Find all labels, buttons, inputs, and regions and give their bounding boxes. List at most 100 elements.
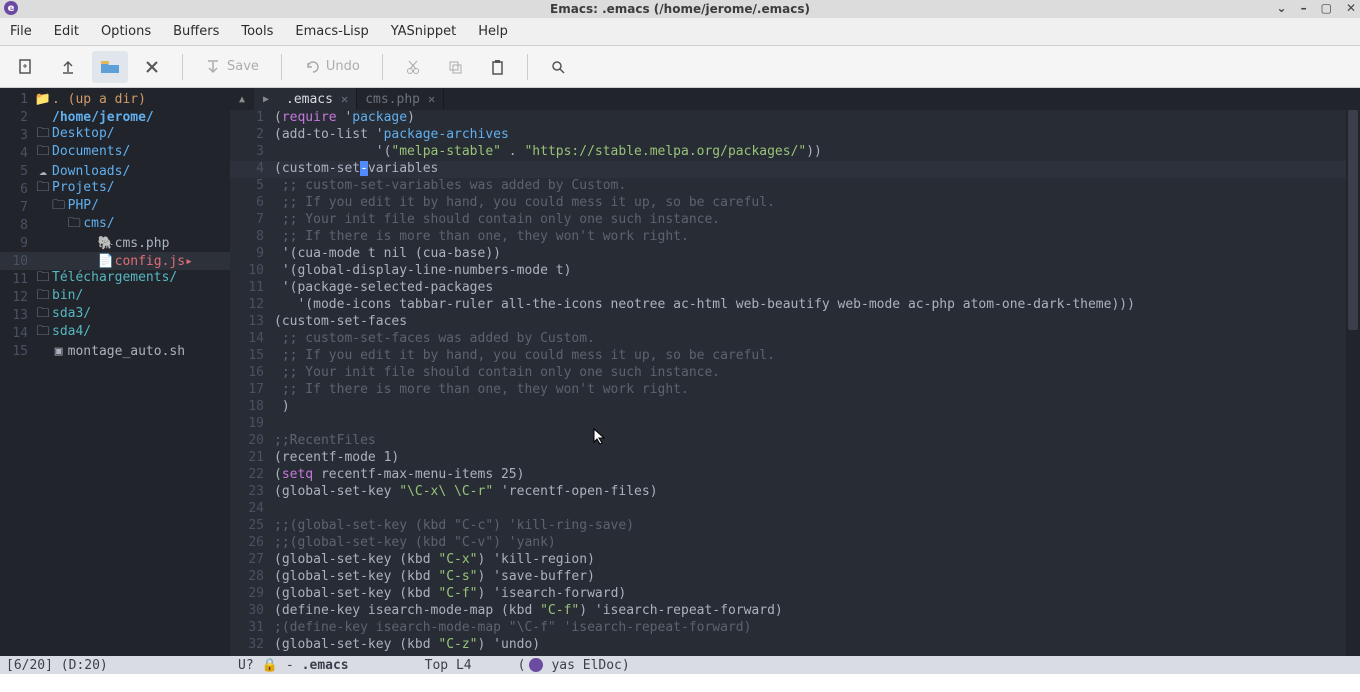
menu-help[interactable]: Help bbox=[478, 24, 508, 39]
tab-label: cms.php bbox=[365, 92, 420, 107]
cut-button[interactable] bbox=[395, 51, 431, 83]
code-line[interactable]: 19 bbox=[230, 416, 1360, 433]
code-line[interactable]: 31;(define-key isearch-mode-map "\C-f" '… bbox=[230, 620, 1360, 637]
window-title: Emacs: .emacs (/home/jerome/.emacs) bbox=[550, 2, 810, 16]
menu-options[interactable]: Options bbox=[101, 24, 151, 39]
menu-edit[interactable]: Edit bbox=[54, 24, 79, 39]
tree-row[interactable]: 2/home/jerome/ bbox=[0, 108, 230, 126]
toolbar-separator bbox=[382, 54, 383, 80]
code-line[interactable]: 7 ;; Your init file should contain only … bbox=[230, 212, 1360, 229]
modeline-editor: U? 🔒 - .emacs Top L4 ( yas ElDoc) bbox=[230, 656, 1360, 674]
titlebar: e Emacs: .emacs (/home/jerome/.emacs) ⌄ … bbox=[0, 0, 1360, 18]
code-line[interactable]: 10 '(global-display-line-numbers-mode t) bbox=[230, 263, 1360, 280]
code-line[interactable]: 15 ;; If you edit it by hand, you could … bbox=[230, 348, 1360, 365]
code-line[interactable]: 22(setq recentf-max-menu-items 25) bbox=[230, 467, 1360, 484]
code-line[interactable]: 5 ;; custom-set-variables was added by C… bbox=[230, 178, 1360, 195]
tree-row[interactable]: 7 🗀PHP/ bbox=[0, 198, 230, 216]
minibuffer[interactable] bbox=[0, 674, 1360, 692]
code-line[interactable]: 4(custom-set-variables bbox=[230, 161, 1360, 178]
modeline-encoding: U? bbox=[238, 658, 254, 673]
code-line[interactable]: 1(require 'package) bbox=[230, 110, 1360, 127]
tree-row[interactable]: 11🗀Téléchargements/ bbox=[0, 270, 230, 288]
modeline-position: Top L4 bbox=[425, 658, 472, 673]
code-line[interactable]: 11 '(package-selected-packages bbox=[230, 280, 1360, 297]
menu-buffers[interactable]: Buffers bbox=[173, 24, 219, 39]
code-line[interactable]: 6 ;; If you edit it by hand, you could m… bbox=[230, 195, 1360, 212]
window-min-icon[interactable]: ⌄ bbox=[1277, 1, 1287, 15]
tree-row[interactable]: 6🗀Projets/ bbox=[0, 180, 230, 198]
search-button[interactable] bbox=[540, 51, 576, 83]
code-line[interactable]: 14 ;; custom-set-faces was added by Cust… bbox=[230, 331, 1360, 348]
code-area[interactable]: 1(require 'package)2(add-to-list 'packag… bbox=[230, 110, 1360, 656]
editor-pane: ▲ ▶ .emacs✕cms.php✕ 1(require 'package)2… bbox=[230, 88, 1360, 656]
tree-row[interactable]: 13🗀sda3/ bbox=[0, 306, 230, 324]
window-close-icon[interactable]: ✕ bbox=[1346, 1, 1356, 15]
code-line[interactable]: 17 ;; If there is more than one, they wo… bbox=[230, 382, 1360, 399]
tree-row[interactable]: 15 ▣montage_auto.sh bbox=[0, 342, 230, 360]
toolbar-separator bbox=[281, 54, 282, 80]
tab-scroll-right-icon[interactable]: ▶ bbox=[254, 88, 278, 110]
lock-icon: 🔒 bbox=[262, 658, 278, 673]
tab-close-icon[interactable]: ✕ bbox=[341, 92, 348, 106]
tab-close-icon[interactable]: ✕ bbox=[428, 92, 435, 106]
tree-row[interactable]: 4🗀Documents/ bbox=[0, 144, 230, 162]
code-line[interactable]: 21(recentf-mode 1) bbox=[230, 450, 1360, 467]
tabbar: ▲ ▶ .emacs✕ cms.php ✕ bbox=[230, 88, 1360, 110]
tab-scroll-left-icon[interactable]: ▲ bbox=[230, 88, 254, 110]
code-line[interactable]: 32(global-set-key (kbd "C-z") 'undo) bbox=[230, 637, 1360, 654]
neotree-sidebar[interactable]: 1📁. (up a dir)2/home/jerome/3🗀Desktop/4🗀… bbox=[0, 88, 230, 656]
toolbar-separator bbox=[527, 54, 528, 80]
save-label: Save bbox=[227, 59, 259, 74]
toolbar: Save Undo bbox=[0, 46, 1360, 88]
kill-buffer-button[interactable] bbox=[134, 51, 170, 83]
menu-yasnippet[interactable]: YASnippet bbox=[391, 24, 457, 39]
dired-button[interactable] bbox=[92, 51, 128, 83]
tree-row[interactable]: 5☁Downloads/ bbox=[0, 162, 230, 180]
code-line[interactable]: 23(global-set-key "\C-x\ \C-r" 'recentf-… bbox=[230, 484, 1360, 501]
code-line[interactable]: 24 bbox=[230, 501, 1360, 518]
code-line[interactable]: 26;;(global-set-key (kbd "C-v") 'yank) bbox=[230, 535, 1360, 552]
save-button[interactable]: Save bbox=[195, 51, 269, 83]
menubar: File Edit Options Buffers Tools Emacs-Lisp YAS… bbox=[0, 18, 1360, 46]
code-line[interactable]: 16 ;; Your init file should contain only… bbox=[230, 365, 1360, 382]
tab-emacs[interactable]: .emacs✕ bbox=[278, 88, 357, 110]
open-file-button[interactable] bbox=[50, 51, 86, 83]
tree-row[interactable]: 1📁. (up a dir) bbox=[0, 90, 230, 108]
code-line[interactable]: 8 ;; If there is more than one, they won… bbox=[230, 229, 1360, 246]
code-line[interactable]: 30(define-key isearch-mode-map (kbd "C-f… bbox=[230, 603, 1360, 620]
tree-row[interactable]: 9 🐘cms.php bbox=[0, 234, 230, 252]
code-line[interactable]: 9 '(cua-mode t nil (cua-base)) bbox=[230, 246, 1360, 263]
code-line[interactable]: 13(custom-set-faces bbox=[230, 314, 1360, 331]
code-line[interactable]: 18 ) bbox=[230, 399, 1360, 416]
code-line[interactable]: 12 '(mode-icons tabbar-ruler all-the-ico… bbox=[230, 297, 1360, 314]
window-maximize-icon[interactable]: ▢ bbox=[1321, 1, 1332, 15]
modeline: [6/20] (D:20) U? 🔒 - .emacs Top L4 ( yas… bbox=[0, 656, 1360, 674]
undo-button[interactable]: Undo bbox=[294, 51, 370, 83]
tab-cmsphp[interactable]: cms.php ✕ bbox=[357, 88, 444, 110]
tree-row[interactable]: 12🗀bin/ bbox=[0, 288, 230, 306]
undo-label: Undo bbox=[326, 59, 360, 74]
scrollbar-thumb[interactable] bbox=[1348, 110, 1358, 330]
code-line[interactable]: 25;;(global-set-key (kbd "C-c") 'kill-ri… bbox=[230, 518, 1360, 535]
code-line[interactable]: 2(add-to-list 'package-archives bbox=[230, 127, 1360, 144]
modeline-mode-icon: ( bbox=[518, 658, 544, 673]
tree-row[interactable]: 14🗀sda4/ bbox=[0, 324, 230, 342]
modeline-minor-modes: yas ElDoc) bbox=[551, 658, 629, 673]
code-line[interactable]: 20;;RecentFiles bbox=[230, 433, 1360, 450]
code-line[interactable]: 28(global-set-key (kbd "C-s") 'save-buff… bbox=[230, 569, 1360, 586]
code-line[interactable]: 3 '("melpa-stable" . "https://stable.mel… bbox=[230, 144, 1360, 161]
paste-button[interactable] bbox=[479, 51, 515, 83]
scrollbar[interactable] bbox=[1346, 110, 1360, 656]
window-minimize-icon[interactable]: – bbox=[1301, 1, 1307, 15]
menu-tools[interactable]: Tools bbox=[241, 24, 273, 39]
code-line[interactable]: 27(global-set-key (kbd "C-x") 'kill-regi… bbox=[230, 552, 1360, 569]
new-file-button[interactable] bbox=[8, 51, 44, 83]
menu-file[interactable]: File bbox=[10, 24, 32, 39]
modeline-buffer: .emacs bbox=[302, 658, 349, 673]
modeline-modified: - bbox=[286, 658, 294, 673]
copy-button[interactable] bbox=[437, 51, 473, 83]
tree-row[interactable]: 8 🗀cms/ bbox=[0, 216, 230, 234]
toolbar-separator bbox=[182, 54, 183, 80]
code-line[interactable]: 29(global-set-key (kbd "C-f") 'isearch-f… bbox=[230, 586, 1360, 603]
menu-emacs-lisp[interactable]: Emacs-Lisp bbox=[295, 24, 368, 39]
